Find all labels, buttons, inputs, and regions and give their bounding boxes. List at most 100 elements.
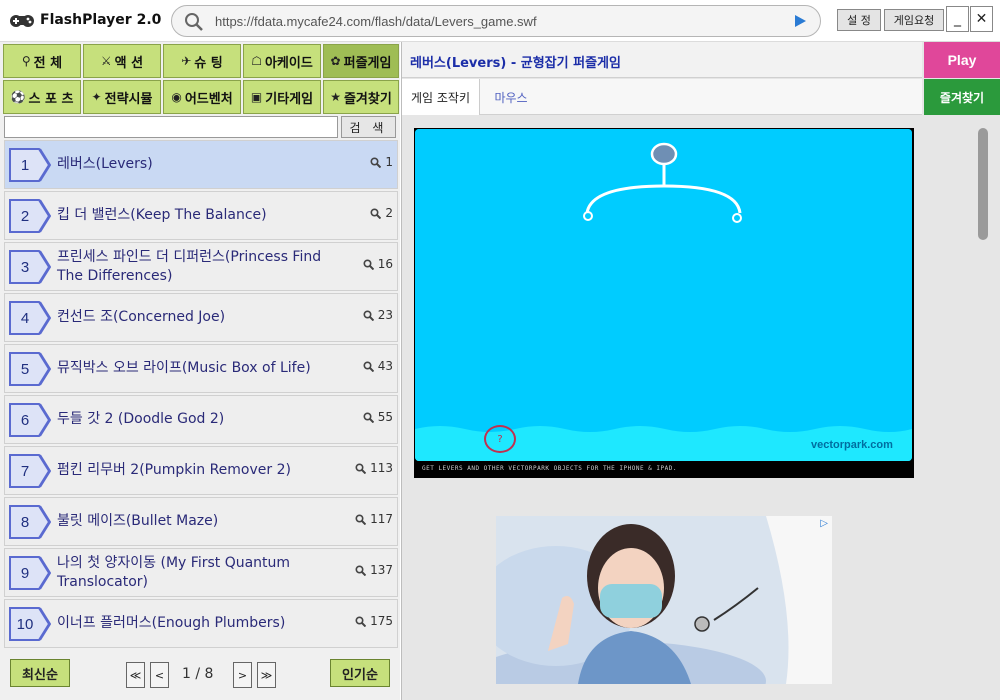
minimize-button[interactable]: _ xyxy=(946,6,969,32)
magnifier-icon xyxy=(355,564,367,576)
play-count-value: 175 xyxy=(370,614,393,628)
tab-controls[interactable]: 게임 조작키 xyxy=(402,79,480,115)
play-count: 117 xyxy=(355,512,393,526)
magnifier-icon xyxy=(355,462,367,474)
search-input[interactable] xyxy=(4,116,338,138)
next-page-button[interactable]: > xyxy=(233,662,252,688)
strategy-icon: ✦ xyxy=(91,90,102,104)
sort-latest-button[interactable]: 최신순 xyxy=(10,659,70,687)
play-button[interactable]: Play xyxy=(924,42,1000,78)
search-button[interactable]: 검 색 xyxy=(341,116,396,138)
rank-number: 1 xyxy=(20,156,30,174)
list-item[interactable]: 5 뮤직박스 오브 라이프(Music Box of Life) 43 xyxy=(4,344,398,393)
category-action[interactable]: ⚔ 액 션 xyxy=(83,44,161,78)
game-frame[interactable]: ? vectorpark.com GET LEVERS AND OTHER VE… xyxy=(414,128,914,478)
game-title[interactable]: 불릿 메이즈(Bullet Maze) xyxy=(57,498,347,545)
category-sports[interactable]: ⚽ 스 포 츠 xyxy=(3,80,81,114)
list-item[interactable]: 10 이너프 플러머스(Enough Plumbers) 175 xyxy=(4,599,398,648)
play-count-value: 55 xyxy=(377,410,393,424)
scrollbar[interactable] xyxy=(978,128,988,240)
sort-popular-button[interactable]: 인기순 xyxy=(330,659,390,687)
game-title[interactable]: 펌킨 리무버 2(Pumpkin Remover 2) xyxy=(57,447,347,494)
play-count: 16 xyxy=(363,257,393,271)
game-canvas[interactable] xyxy=(415,129,912,461)
game-title[interactable]: 레버스(Levers) xyxy=(57,141,347,188)
list-item[interactable]: 9 나의 첫 양자이동 (My First Quantum Translocat… xyxy=(4,548,398,597)
category-favorites[interactable]: ★ 즐겨찾기 xyxy=(323,80,399,114)
magnifier-icon xyxy=(355,513,367,525)
rank-number: 6 xyxy=(20,411,30,429)
prev-page-button[interactable]: < xyxy=(150,662,169,688)
game-title[interactable]: 컨선드 조(Concerned Joe) xyxy=(57,294,347,341)
game-title[interactable]: 이너프 플러머스(Enough Plumbers) xyxy=(57,600,347,647)
ad-banner[interactable]: ▷ xyxy=(496,516,832,684)
play-count: 113 xyxy=(355,461,393,475)
go-arrow-icon[interactable] xyxy=(795,15,806,27)
magnifier-icon xyxy=(363,309,374,321)
rank-number: 2 xyxy=(20,207,30,225)
ad-image[interactable] xyxy=(496,516,832,684)
play-count-value: 1 xyxy=(385,155,393,169)
game-request-button[interactable]: 게임요청 xyxy=(884,9,944,31)
category-arcade[interactable]: ☖ 아케이드 xyxy=(243,44,321,78)
magnifier-icon xyxy=(363,258,374,270)
magnifier-icon xyxy=(355,615,367,627)
category-etc[interactable]: ▣ 기타게임 xyxy=(243,80,321,114)
game-title-heading: 레버스(Levers) - 균형잡기 퍼즐게임 xyxy=(410,56,621,71)
list-item[interactable]: 6 두들 갓 2 (Doodle God 2) 55 xyxy=(4,395,398,444)
category-shooting[interactable]: ✈ 슈 팅 xyxy=(163,44,241,78)
category-label: 슈 팅 xyxy=(194,55,223,71)
magnifier-icon xyxy=(363,411,374,423)
vectorpark-logo[interactable]: vectorpark.com xyxy=(811,439,893,451)
tab-mouse[interactable]: 마우스 xyxy=(482,79,540,115)
list-item[interactable]: 2 킵 더 밸런스(Keep The Balance) 2 xyxy=(4,191,398,240)
game-title[interactable]: 킵 더 밸런스(Keep The Balance) xyxy=(57,192,347,239)
settings-button[interactable]: 설 정 xyxy=(837,9,881,31)
game-title[interactable]: 두들 갓 2 (Doodle God 2) xyxy=(57,396,347,443)
play-count-value: 137 xyxy=(370,563,393,577)
category-adventure[interactable]: ◉ 어드벤처 xyxy=(163,80,241,114)
game-title[interactable]: 뮤직박스 오브 라이프(Music Box of Life) xyxy=(57,345,347,392)
url-bar[interactable]: https://fdata.mycafe24.com/flash/data/Le… xyxy=(171,5,821,37)
play-count: 43 xyxy=(363,359,393,373)
rank-number: 7 xyxy=(20,462,30,480)
rank-number: 3 xyxy=(20,258,30,276)
list-item[interactable]: 8 불릿 메이즈(Bullet Maze) 117 xyxy=(4,497,398,546)
game-footer-text: GET LEVERS AND OTHER VECTORPARK OBJECTS … xyxy=(422,465,677,472)
game-title[interactable]: 프린세스 파인드 더 디퍼런스(Princess Find The Differ… xyxy=(57,243,347,290)
category-puzzle[interactable]: ✿ 퍼즐게임 xyxy=(323,44,399,78)
lever-scene[interactable] xyxy=(415,129,912,461)
category-all[interactable]: ⚲ 전 체 xyxy=(3,44,81,78)
play-count: 55 xyxy=(363,410,393,424)
play-count: 1 xyxy=(370,155,393,169)
category-label: 즐겨찾기 xyxy=(343,91,392,107)
game-header: 레버스(Levers) - 균형잡기 퍼즐게임 xyxy=(402,42,922,78)
ad-choices-icon[interactable]: ▷ xyxy=(820,518,828,529)
magnifier-icon xyxy=(370,156,382,168)
category-strategy[interactable]: ✦ 전략시뮬 xyxy=(83,80,161,114)
close-button[interactable]: ✕ xyxy=(970,6,993,32)
play-count: 2 xyxy=(370,206,393,220)
app-title: FlashPlayer 2.0 xyxy=(40,12,162,28)
category-label: 아케이드 xyxy=(264,55,313,71)
tab-row: 게임 조작키 마우스 xyxy=(402,79,922,115)
list-item[interactable]: 3 프린세스 파인드 더 디퍼런스(Princess Find The Diff… xyxy=(4,242,398,291)
play-count-value: 2 xyxy=(385,206,393,220)
list-item[interactable]: 4 컨선드 조(Concerned Joe) 23 xyxy=(4,293,398,342)
first-page-button[interactable]: ≪ xyxy=(126,662,145,688)
last-page-button[interactable]: ≫ xyxy=(257,662,276,688)
rank-number: 10 xyxy=(16,615,34,633)
list-item[interactable]: 7 펌킨 리무버 2(Pumpkin Remover 2) 113 xyxy=(4,446,398,495)
play-count-value: 23 xyxy=(377,308,393,322)
magnifier-icon xyxy=(363,360,374,372)
favorite-button[interactable]: 즐겨찾기 xyxy=(924,79,1000,115)
list-item[interactable]: 1 레버스(Levers) 1 xyxy=(4,140,398,189)
right-panel: 레버스(Levers) - 균형잡기 퍼즐게임 Play 게임 조작키 마우스 … xyxy=(401,42,1000,700)
game-title[interactable]: 나의 첫 양자이동 (My First Quantum Translocator… xyxy=(57,549,347,596)
help-button[interactable]: ? xyxy=(484,425,516,453)
category-label: 액 션 xyxy=(114,55,144,71)
play-count-value: 16 xyxy=(377,257,393,271)
url-text[interactable]: https://fdata.mycafe24.com/flash/data/Le… xyxy=(215,14,537,29)
category-label: 전략시뮬 xyxy=(104,91,153,107)
magnifier-icon xyxy=(370,207,382,219)
